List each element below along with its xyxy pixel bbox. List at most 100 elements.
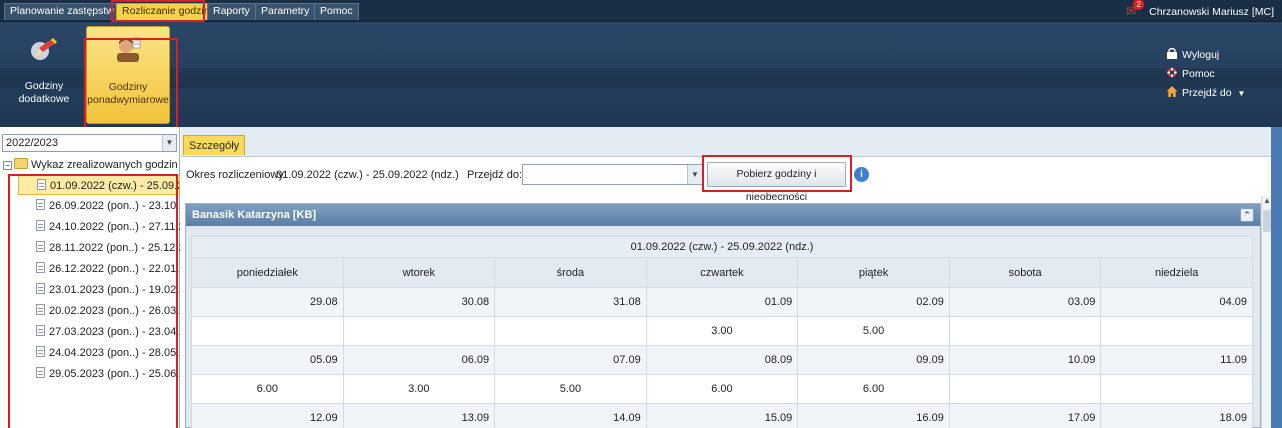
year-select[interactable]: 2022/2023 ▼ [2,134,177,152]
tree-item[interactable]: 01.09.2022 (czw.) - 25.09.2022 (ndz.) [18,175,180,195]
messages-icon[interactable]: ✉ 2 [1126,0,1145,20]
lifebuoy-icon [1167,67,1177,78]
document-icon [36,262,45,273]
tab-szczegoly[interactable]: Szczegóły [183,135,246,155]
hours-cell[interactable] [948,374,1102,404]
logout-label: Wyloguj [1182,49,1220,61]
fetch-hours-button[interactable]: Pobierz godziny i nieobecności [707,162,846,203]
hours-cell[interactable] [494,316,647,346]
chevron-down-icon[interactable]: ▼ [687,165,702,184]
home-icon [1166,86,1178,97]
date-cell: 10.09 [948,345,1102,375]
document-icon [36,304,45,315]
dropdown-arrow-icon: ▼ [1237,89,1246,98]
goto-label: Przejdź do: [467,169,523,181]
hours-cell[interactable]: 3.00 [645,316,799,346]
hours-cell[interactable]: 6.00 [645,374,799,404]
table-row: 05.09 06.09 07.09 08.09 09.09 10.09 11.0… [191,345,1253,375]
menu-tab-parametry[interactable]: Parametry [255,3,316,20]
hours-cell[interactable] [948,316,1102,346]
date-cell: 16.09 [797,403,950,428]
tree-item-label: 24.04.2023 (pon..) - 28.05.2023 (ndz.) [49,347,180,359]
document-icon [36,325,45,336]
tree-item[interactable]: 24.10.2022 (pon..) - 27.11.2022 (ndz.) [18,217,180,237]
goto-link[interactable]: Przejdź do ▼ [1166,84,1245,103]
date-cell: 05.09 [191,345,344,375]
day-header: niedziela [1100,257,1253,288]
calendar-table: 01.09.2022 (czw.) - 25.09.2022 (ndz.) po… [191,236,1253,428]
tree-item[interactable]: 26.09.2022 (pon..) - 23.10.2022 (ndz.) [18,196,180,216]
hours-cell[interactable]: 3.00 [342,374,496,404]
collapse-icon[interactable]: − [3,161,12,170]
lock-icon [1167,48,1177,59]
tree-item[interactable]: 27.03.2023 (pon..) - 23.04.2023 (ndz.) [18,322,180,342]
hours-cell[interactable]: 5.00 [494,374,647,404]
year-value: 2022/2023 [6,137,58,149]
date-cell: 07.09 [494,345,647,375]
folder-icon [14,158,28,169]
menu-tab-planowanie[interactable]: Planowanie zastępstw [4,3,120,20]
panel-header: Banasik Katarzyna [KB] ⌃ [186,204,1260,226]
ribbon-label: dodatkowe [18,93,70,105]
user-box: ✉ 2 Chrzanowski Mariusz [MC] [1126,0,1274,20]
document-icon [36,199,45,210]
hours-cell[interactable] [342,316,496,346]
help-label: Pomoc [1182,68,1215,80]
tree-item[interactable]: 26.12.2022 (pon..) - 22.01.2023 (ndz.) [18,259,180,279]
tree-item[interactable]: 24.04.2023 (pon..) - 28.05.2023 (ndz.) [18,343,180,363]
goto-combo[interactable]: ▼ [522,164,703,185]
document-icon [36,220,45,231]
collapse-panel-icon[interactable]: ⌃ [1240,208,1254,222]
day-header: środa [494,257,647,288]
menu-tab-raporty[interactable]: Raporty [207,3,256,20]
tree-root[interactable]: − Wykaz zrealizowanych godzin [3,156,178,174]
date-cell: 14.09 [494,403,647,428]
panel-title: Banasik Katarzyna [KB] [192,209,317,221]
notification-badge: 2 [1133,0,1145,10]
pencil-icon [31,38,57,60]
info-icon[interactable]: i [854,167,869,182]
scroll-thumb[interactable] [1263,210,1271,232]
menu-tab-rozliczanie[interactable]: Rozliczanie godzin [116,3,216,20]
tree-item-label: 26.12.2022 (pon..) - 22.01.2023 (ndz.) [49,263,180,275]
logout-link[interactable]: Wyloguj [1166,46,1245,65]
chevron-down-icon[interactable]: ▼ [162,135,176,151]
tree-item[interactable]: 28.11.2022 (pon..) - 25.12.2022 (ndz.) [18,238,180,258]
table-row: 12.09 13.09 14.09 15.09 16.09 17.09 18.0… [191,403,1253,428]
date-cell: 11.09 [1100,345,1253,375]
ribbon-links: Wyloguj Pomoc Przejdź do ▼ [1166,46,1245,103]
tree-root-label: Wykaz zrealizowanych godzin [31,159,178,171]
hours-cell[interactable] [191,316,344,346]
tree-item-label: 26.09.2022 (pon..) - 23.10.2022 (ndz.) [49,200,180,212]
date-cell: 12.09 [191,403,344,428]
user-name[interactable]: Chrzanowski Mariusz [MC] [1149,6,1274,18]
menu-tab-pomoc[interactable]: Pomoc [314,3,359,20]
date-cell: 03.09 [948,287,1102,317]
toolbar: Okres rozliczeniowy: 01.09.2022 (czw.) -… [181,155,1271,203]
hours-cell[interactable] [1100,374,1253,404]
hours-cell[interactable]: 6.00 [797,374,950,404]
date-cell: 29.08 [191,287,344,317]
tree-item[interactable]: 23.01.2023 (pon..) - 19.02.2023 (ndz.) [18,280,180,300]
tree-item[interactable]: 20.02.2023 (pon..) - 26.03.2023 (ndz.) [18,301,180,321]
calendar-period: 01.09.2022 (czw.) - 25.09.2022 (ndz.) [191,236,1253,258]
day-header: czwartek [645,257,799,288]
document-icon [36,241,45,252]
day-header: piątek [797,257,950,288]
tree-item-label: 20.02.2023 (pon..) - 26.03.2023 (ndz.) [49,305,180,317]
teacher-panel: Banasik Katarzyna [KB] ⌃ 01.09.2022 (czw… [185,203,1261,428]
ribbon-button-godziny-dodatkowe[interactable]: Godziny dodatkowe [6,26,82,124]
date-cell: 04.09 [1100,287,1253,317]
help-link[interactable]: Pomoc [1166,65,1245,84]
tree-item-label: 27.03.2023 (pon..) - 23.04.2023 (ndz.) [49,326,180,338]
period-value: 01.09.2022 (czw.) - 25.09.2022 (ndz.) [276,169,459,181]
hours-cell[interactable]: 5.00 [797,316,950,346]
hours-cell[interactable] [1100,316,1253,346]
vertical-scrollbar[interactable]: ▲ [1261,196,1271,428]
tree-item-label: 23.01.2023 (pon..) - 19.02.2023 (ndz.) [49,284,180,296]
date-cell: 18.09 [1100,403,1253,428]
tree-item[interactable]: 29.05.2023 (pon..) - 25.06.2023 (ndz.) [18,364,180,384]
tree-item-label: 29.05.2023 (pon..) - 25.06.2023 (ndz.) [49,368,180,380]
hours-cell[interactable]: 6.00 [191,374,344,404]
date-cell: 30.08 [342,287,496,317]
